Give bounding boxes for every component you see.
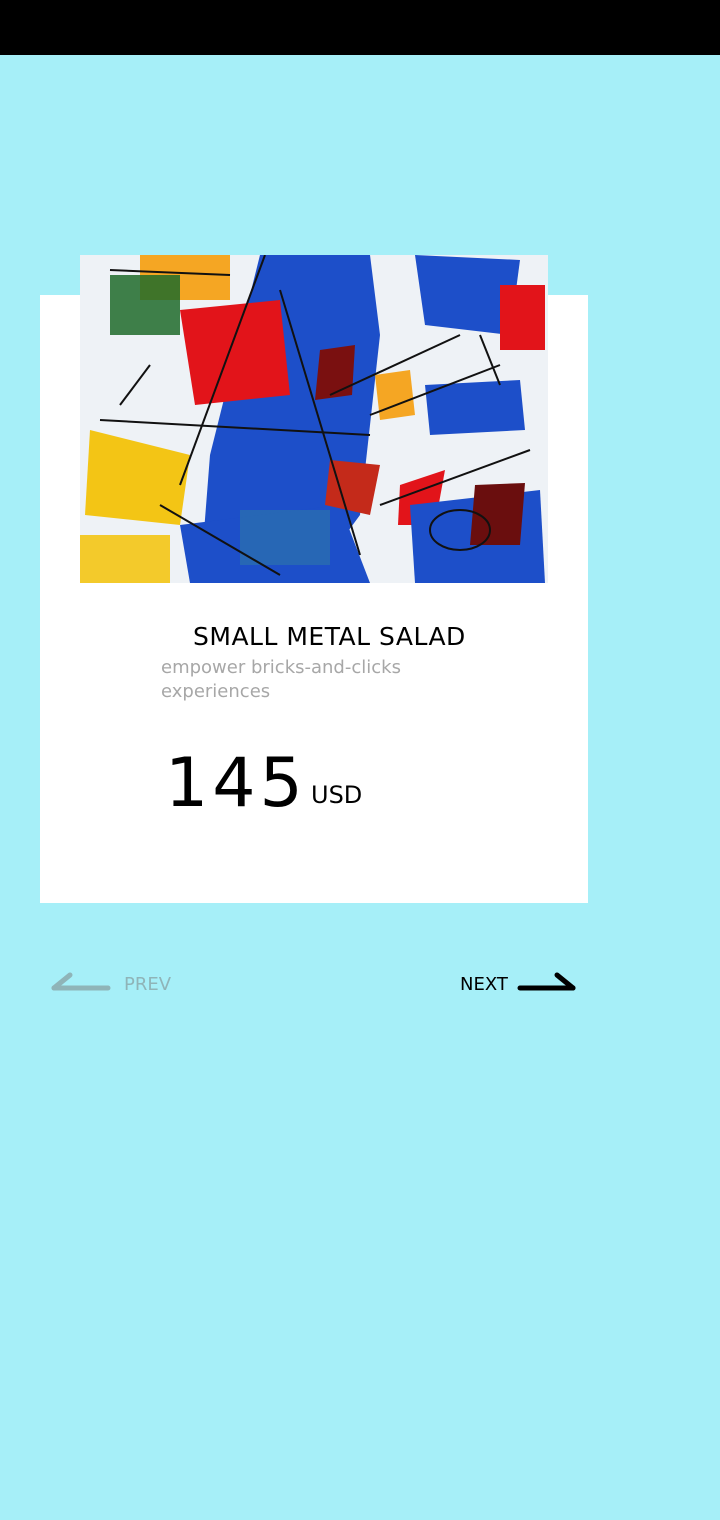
status-bar	[0, 0, 720, 55]
prev-label: PREV	[124, 974, 172, 995]
product-description: empower bricks-and-clicks experiences	[161, 657, 401, 702]
price-currency: USD	[311, 781, 363, 809]
next-label: NEXT	[460, 974, 508, 995]
product-title: SMALL METAL SALAD	[193, 622, 466, 651]
abstract-painting-image	[80, 255, 548, 583]
arrow-right-icon	[517, 972, 576, 991]
product-image	[80, 255, 548, 583]
prev-button[interactable]: PREV	[48, 966, 188, 1002]
next-button[interactable]: NEXT	[456, 966, 580, 1002]
arrow-left-icon	[51, 972, 111, 991]
product-price: 145	[165, 744, 307, 823]
